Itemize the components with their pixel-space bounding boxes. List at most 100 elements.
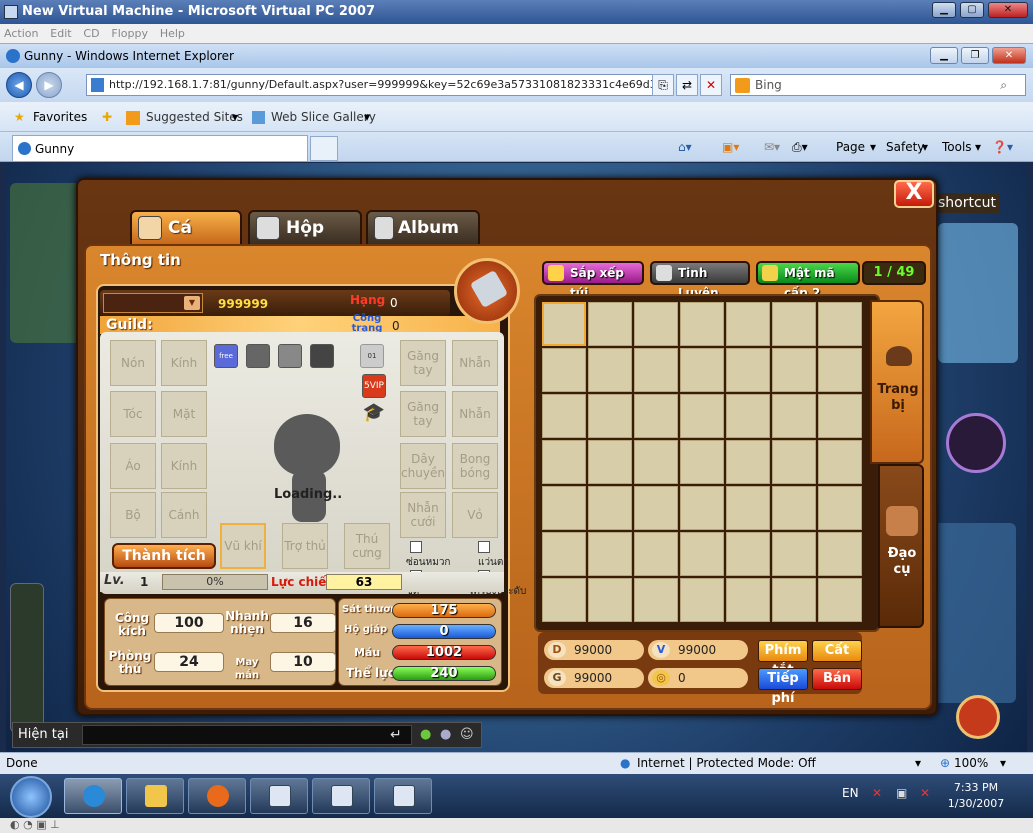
inventory-slot[interactable] (772, 394, 816, 438)
taskbar-ie[interactable] (64, 778, 122, 814)
inventory-slot[interactable] (542, 394, 586, 438)
language-indicator[interactable]: EN (842, 786, 859, 800)
forge-button[interactable] (454, 258, 520, 324)
inventory-slot[interactable] (680, 486, 724, 530)
slot-tro-thu[interactable]: Trợ thủ (282, 523, 328, 569)
inventory-slot[interactable] (588, 486, 632, 530)
slot-gang-tay-2[interactable]: Găng tay (400, 391, 446, 437)
tinh-luyen-button[interactable]: Tinh Luyện (650, 261, 750, 300)
inventory-slot[interactable] (588, 302, 632, 346)
volume-muted-icon[interactable]: ✕ (872, 786, 882, 800)
cat-button[interactable]: Cất (812, 640, 862, 662)
inventory-slot[interactable] (726, 486, 770, 530)
inventory-slot[interactable] (772, 348, 816, 392)
slot-gang-tay[interactable]: Găng tay (400, 340, 446, 386)
inventory-slot[interactable] (772, 302, 816, 346)
inventory-slot[interactable] (818, 394, 862, 438)
slot-ao[interactable]: Áo (110, 443, 156, 489)
slot-kinh-2[interactable]: Kính (161, 443, 207, 489)
inventory-slot[interactable] (588, 532, 632, 576)
close-window-button[interactable]: ✕ (988, 2, 1028, 18)
slot-toc[interactable]: Tóc (110, 391, 156, 437)
ie-minimize-button[interactable]: ▁ (930, 47, 958, 64)
slot-nhan[interactable]: Nhẫn (452, 340, 498, 386)
hide-glasses-checkbox[interactable] (478, 541, 490, 553)
compat-view-icon[interactable]: ⎘ (652, 74, 674, 96)
close-window-x-button[interactable]: X (894, 180, 934, 208)
menu-action[interactable]: Action (0, 24, 42, 43)
network-icon[interactable]: ▣ (896, 786, 907, 800)
inventory-slot[interactable] (680, 394, 724, 438)
slot-vo[interactable]: Vỏ (452, 492, 498, 538)
inventory-slot[interactable] (634, 578, 678, 622)
inventory-slot[interactable] (726, 302, 770, 346)
favorites-button[interactable]: Favorites (33, 110, 87, 124)
hide-hat-checkbox[interactable] (410, 541, 422, 553)
shortcut-label[interactable]: shortcut (934, 193, 1001, 213)
ban-button[interactable]: Bán (812, 668, 862, 690)
help-icon[interactable]: ❓▾ (992, 140, 1013, 154)
taskbar-window-3[interactable] (374, 778, 432, 814)
feeds-icon[interactable]: ▣▾ (722, 140, 739, 154)
ie-maximize-button[interactable]: ❐ (961, 47, 989, 64)
inventory-slot[interactable] (588, 394, 632, 438)
inventory-slot[interactable] (726, 532, 770, 576)
clock[interactable]: 7:33 PM 1/30/2007 (946, 780, 1006, 816)
enter-icon[interactable]: ↵ (390, 727, 402, 743)
slot-kinh[interactable]: Kính (161, 340, 207, 386)
inventory-slot[interactable] (634, 440, 678, 484)
slot-canh[interactable]: Cánh (161, 492, 207, 538)
refresh-icon[interactable]: ⇄ (676, 74, 698, 96)
inventory-slot[interactable] (680, 348, 724, 392)
stop-icon[interactable]: ✕ (700, 74, 722, 96)
inventory-slot[interactable] (634, 394, 678, 438)
tab-album-the[interactable]: Album thẻ (366, 210, 480, 270)
inventory-slot[interactable] (818, 302, 862, 346)
friends-icon[interactable]: ● (420, 727, 431, 742)
tab-trang-bi[interactable]: Trang bị (870, 300, 924, 464)
inventory-slot[interactable] (680, 532, 724, 576)
slot-vu-khi[interactable]: Vũ khí (220, 523, 266, 569)
search-icon[interactable]: ⌕ (1000, 75, 1007, 95)
inventory-slot[interactable] (680, 440, 724, 484)
menu-edit[interactable]: Edit (46, 24, 75, 43)
minimize-button[interactable]: ▁ (932, 2, 956, 18)
add-favorite-icon[interactable]: ✚ (102, 110, 112, 124)
start-button[interactable] (10, 776, 52, 818)
taskbar-window-2[interactable] (312, 778, 370, 814)
password-button[interactable]: Mật mã cấp 2 (756, 261, 860, 300)
suggested-sites-link[interactable]: Suggested Sites (146, 110, 243, 124)
inventory-slot[interactable] (726, 394, 770, 438)
chat-bubble-icon[interactable]: ● (440, 727, 451, 742)
inventory-slot[interactable] (818, 348, 862, 392)
tab-dao-cu[interactable]: Đạo cụ (878, 464, 924, 628)
inventory-slot[interactable] (634, 302, 678, 346)
inventory-slot[interactable] (542, 578, 586, 622)
back-button[interactable]: ◀ (6, 72, 32, 98)
tab-ca-nhan[interactable]: Cá nhân (130, 210, 242, 270)
taskbar-media[interactable] (188, 778, 246, 814)
inventory-slot[interactable] (542, 348, 586, 392)
maximize-button[interactable]: ▢ (960, 2, 984, 18)
chat-channel[interactable]: Hiện tại (18, 724, 80, 746)
sort-bag-button[interactable]: Sắp xếp túi (542, 261, 644, 300)
mail-icon[interactable]: ✉▾ (764, 140, 780, 154)
inventory-slot[interactable] (726, 578, 770, 622)
chat-input[interactable] (82, 725, 412, 745)
inventory-slot[interactable] (818, 532, 862, 576)
safety-menu[interactable]: Safety (886, 140, 924, 154)
inventory-slot[interactable] (634, 532, 678, 576)
web-slice-link[interactable]: Web Slice Gallery (271, 110, 376, 124)
inventory-slot[interactable] (772, 440, 816, 484)
taskbar-explorer[interactable] (126, 778, 184, 814)
menu-floppy[interactable]: Floppy (107, 24, 152, 43)
inventory-slot[interactable] (634, 486, 678, 530)
tab-hop-qua[interactable]: Hộp quà (248, 210, 362, 270)
zoom-level[interactable]: 100% (954, 753, 988, 773)
inventory-slot[interactable] (542, 302, 586, 346)
action-center-icon[interactable]: ✕ (920, 786, 930, 800)
inventory-slot[interactable] (772, 578, 816, 622)
inventory-slot[interactable] (818, 486, 862, 530)
tiep-phi-button[interactable]: Tiếp phí (758, 668, 808, 706)
inventory-slot[interactable] (772, 486, 816, 530)
